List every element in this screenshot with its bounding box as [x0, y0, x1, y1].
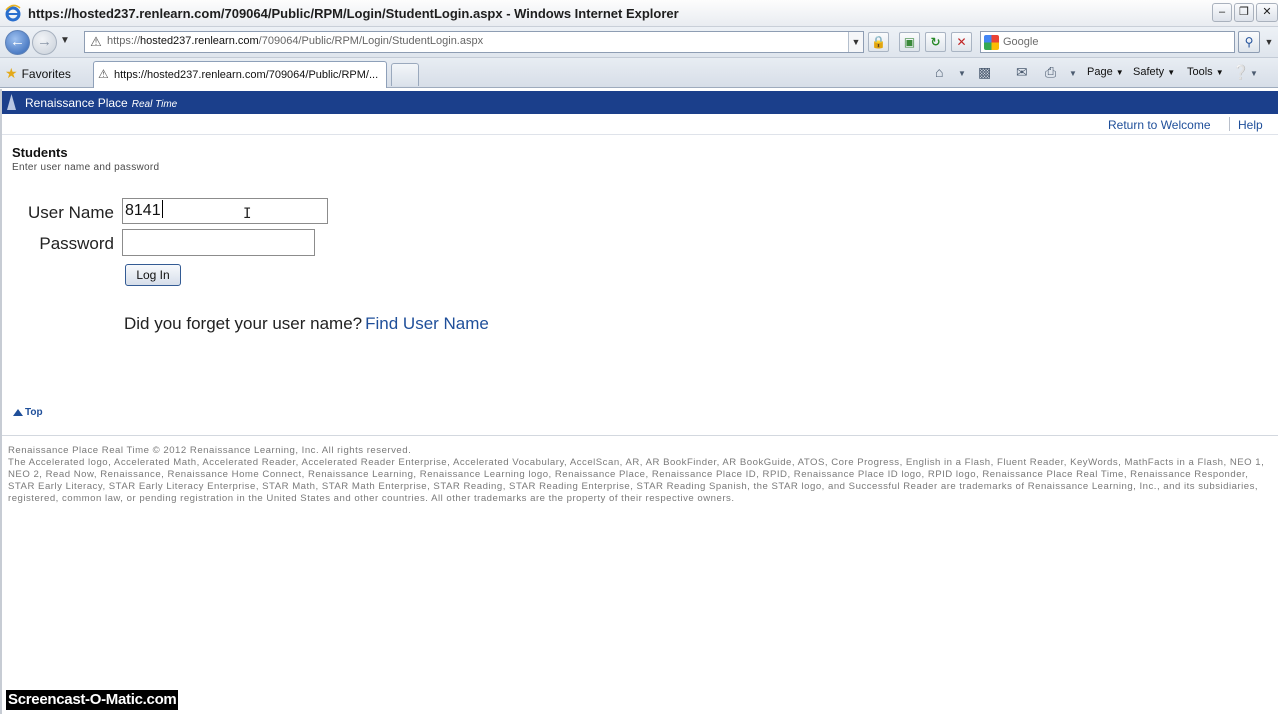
text-caret	[161, 200, 163, 218]
google-icon	[984, 35, 999, 50]
read-mail-icon[interactable]: ✉	[1016, 64, 1028, 81]
browser-tab[interactable]: ⚠ https://hosted237.renlearn.com/709064/…	[93, 61, 387, 88]
forgot-username-text: Did you forget your user name?	[124, 314, 363, 333]
window-title: https://hosted237.renlearn.com/709064/Pu…	[28, 6, 679, 21]
footer-divider	[2, 435, 1278, 436]
search-box[interactable]: Google	[980, 31, 1235, 53]
refresh-icon[interactable]: ↻	[925, 32, 946, 52]
new-tab-button[interactable]	[391, 63, 419, 86]
username-input[interactable]: 8141	[122, 198, 328, 224]
compatibility-view-icon[interactable]: ▣	[899, 32, 920, 52]
safety-menu-label: Safety	[1133, 66, 1165, 78]
screencast-watermark: Screencast-O-Matic.com	[6, 690, 179, 710]
copyright-text: Renaissance Place Real Time © 2012 Renai…	[8, 445, 412, 456]
address-toolbar: ← → ▼ ⚠ https://hosted237.renlearn.com/7…	[0, 27, 1278, 58]
url-host: hosted237.renlearn.com	[140, 35, 259, 47]
tab-label: https://hosted237.renlearn.com/709064/Pu…	[114, 69, 379, 81]
brand-subtitle: Real Time	[131, 99, 178, 110]
utility-nav: Return to Welcome Help	[2, 114, 1278, 135]
command-bar: ★ Favorites ⚠ https://hosted237.renlearn.…	[0, 58, 1278, 88]
brand-name: Renaissance Place Real Time	[25, 96, 177, 110]
page-menu-arrow-icon: ▼	[1115, 68, 1124, 77]
tools-menu[interactable]: Tools ▼	[1187, 66, 1224, 78]
print-icon[interactable]: ⎙	[1045, 64, 1056, 81]
search-options-dropdown[interactable]: ▼	[1262, 31, 1276, 53]
nav-separator	[1229, 117, 1230, 131]
internet-explorer-icon	[5, 4, 21, 22]
security-lock-icon[interactable]: 🔒	[868, 32, 889, 52]
stop-icon[interactable]: ✕	[951, 32, 972, 52]
url-scheme: https://	[107, 35, 141, 47]
trademark-text: The Accelerated logo, Accelerated Math, …	[8, 457, 1265, 504]
feeds-icon[interactable]: ▩	[978, 64, 991, 81]
url-path: /709064/Public/RPM/Login/StudentLogin.as…	[258, 35, 484, 47]
help-dropdown-icon[interactable]: ▼	[1250, 69, 1258, 78]
brand-title: Renaissance Place	[25, 96, 128, 110]
username-value: 8141	[125, 202, 161, 219]
forward-button[interactable]: →	[32, 30, 57, 55]
favorites-label: Favorites	[21, 67, 71, 81]
safety-menu[interactable]: Safety ▼	[1133, 66, 1175, 78]
username-label: User Name	[28, 203, 114, 222]
find-user-name-link[interactable]: Find User Name	[365, 314, 489, 333]
search-placeholder: Google	[1003, 36, 1039, 48]
forgot-username-prompt: Did you forget your user name? Find User …	[124, 314, 489, 334]
top-link-label: Top	[25, 407, 43, 418]
minimize-button[interactable]: –	[1212, 3, 1232, 22]
search-icon[interactable]: ⚲	[1238, 31, 1260, 53]
safety-menu-arrow-icon: ▼	[1167, 68, 1176, 77]
favorites-button[interactable]: ★ Favorites	[5, 65, 71, 82]
address-url[interactable]: https://hosted237.renlearn.com/709064/Pu…	[107, 35, 483, 47]
browser-window: https://hosted237.renlearn.com/709064/Pu…	[0, 0, 1278, 714]
back-arrow-icon: ←	[10, 33, 25, 50]
title-bar: https://hosted237.renlearn.com/709064/Pu…	[0, 0, 1278, 27]
print-dropdown-icon[interactable]: ▼	[1069, 69, 1077, 78]
certificate-warning-icon: ⚠	[90, 34, 102, 49]
back-button[interactable]: ←	[5, 30, 30, 55]
password-input[interactable]	[122, 229, 315, 256]
page-content: Renaissance Place Real Time Return to Wel…	[0, 89, 1278, 714]
help-link[interactable]: Help	[1238, 118, 1263, 132]
site-banner: Renaissance Place Real Time	[2, 91, 1278, 114]
return-to-welcome-link[interactable]: Return to Welcome	[1108, 118, 1211, 132]
close-window-button[interactable]: ✕	[1256, 3, 1278, 22]
home-icon[interactable]: ⌂	[935, 64, 943, 80]
address-bar[interactable]: ⚠ https://hosted237.renlearn.com/709064/…	[84, 31, 864, 53]
favorites-star-icon: ★	[5, 65, 18, 81]
renaissance-logo-icon	[7, 94, 16, 110]
forward-arrow-icon: →	[37, 33, 52, 50]
password-label: Password	[39, 234, 114, 253]
tools-menu-label: Tools	[1187, 66, 1213, 78]
tools-menu-arrow-icon: ▼	[1215, 68, 1224, 77]
page-title: Students	[12, 145, 68, 160]
login-instructions: Enter user name and password	[12, 162, 160, 173]
recent-pages-dropdown[interactable]: ▼	[60, 35, 70, 46]
login-button[interactable]: Log In	[125, 264, 181, 286]
help-icon[interactable]: ❔	[1232, 64, 1249, 81]
page-menu[interactable]: Page ▼	[1087, 66, 1124, 78]
address-dropdown-icon[interactable]: ▼	[848, 32, 863, 52]
up-arrow-icon	[13, 409, 23, 416]
maximize-button[interactable]: ❐	[1234, 3, 1254, 22]
tab-warning-icon: ⚠	[98, 67, 109, 81]
page-menu-label: Page	[1087, 66, 1113, 78]
back-to-top-link[interactable]: Top	[13, 407, 43, 418]
mouse-ibeam-cursor-icon: I	[243, 206, 252, 222]
footer: Renaissance Place Real Time © 2012 Renai…	[8, 445, 1270, 505]
home-dropdown-icon[interactable]: ▼	[958, 69, 966, 78]
